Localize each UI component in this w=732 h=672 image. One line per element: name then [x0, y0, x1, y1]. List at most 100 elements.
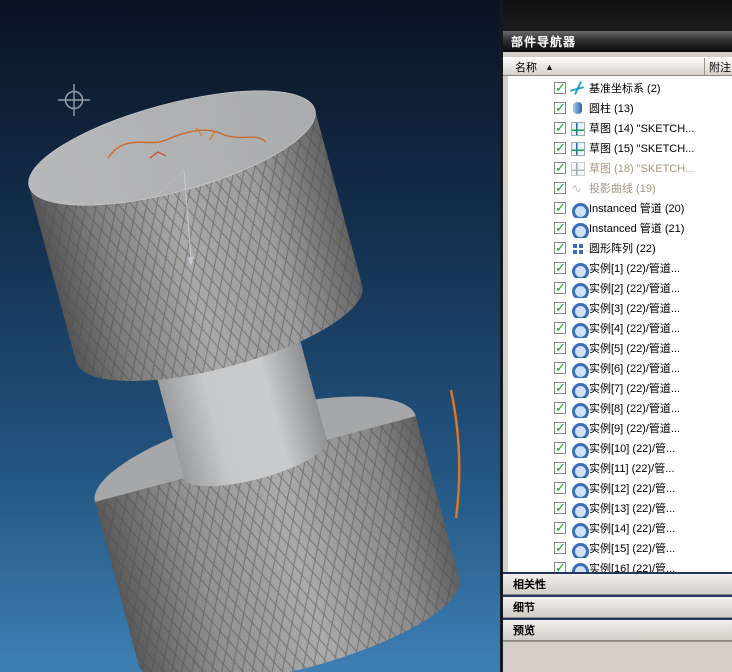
feature-label: 实例[1] (22)/管道...	[589, 263, 681, 275]
pipe-icon	[570, 201, 589, 218]
sketch-icon	[570, 141, 585, 156]
feature-label: 实例[16] (22)/管...	[589, 563, 676, 572]
feature-checkbox[interactable]	[554, 240, 566, 256]
feature-checkbox[interactable]	[554, 260, 566, 276]
section-dependencies[interactable]: 相关性	[503, 572, 732, 595]
feature-label: 实例[8] (22)/管道...	[589, 403, 681, 415]
section-details-label: 细节	[513, 602, 535, 614]
tree-row[interactable]: 实例[6] (22)/管道...	[508, 358, 732, 378]
tree-row[interactable]: 实例[3] (22)/管道...	[508, 298, 732, 318]
feature-checkbox[interactable]	[554, 460, 566, 476]
tree-row[interactable]: 实例[1] (22)/管道...	[508, 258, 732, 278]
feature-checkbox[interactable]	[554, 380, 566, 396]
feature-checkbox[interactable]	[554, 160, 566, 176]
feature-checkbox[interactable]	[554, 100, 566, 116]
tree-row[interactable]: 草图 (14) "SKETCH...	[508, 118, 732, 138]
feature-label: 实例[14] (22)/管...	[589, 523, 676, 535]
application-window: 部件导航器 名称 ▲ 附注 基准坐标系 (2) 圆柱 (13) 草图 (14) …	[0, 0, 732, 672]
column-attributes-label: 附注	[709, 61, 731, 74]
tree-row[interactable]: 圆柱 (13)	[508, 98, 732, 118]
panel-filler	[503, 641, 732, 672]
pipe-icon	[570, 561, 589, 572]
csys-icon	[570, 81, 585, 96]
tree-row[interactable]: 圆形阵列 (22)	[508, 238, 732, 258]
tree-row[interactable]: 实例[11] (22)/管...	[508, 458, 732, 478]
viewport-3d[interactable]	[0, 0, 500, 672]
feature-label: Instanced 管道 (21)	[589, 223, 685, 235]
tree-row[interactable]: 实例[16] (22)/管...	[508, 558, 732, 572]
tree-row[interactable]: 实例[15] (22)/管...	[508, 538, 732, 558]
feature-label: 实例[6] (22)/管道...	[589, 363, 681, 375]
feature-label: Instanced 管道 (20)	[589, 203, 685, 215]
pipe-icon	[570, 401, 589, 418]
pipe-icon	[570, 301, 589, 318]
feature-checkbox[interactable]	[554, 80, 566, 96]
feature-checkbox[interactable]	[554, 200, 566, 216]
tree-row[interactable]: 实例[2] (22)/管道...	[508, 278, 732, 298]
feature-checkbox[interactable]	[554, 360, 566, 376]
feature-label: 实例[11] (22)/管...	[589, 463, 675, 475]
feature-label: 基准坐标系 (2)	[589, 83, 661, 95]
feature-tree[interactable]: 基准坐标系 (2) 圆柱 (13) 草图 (14) "SKETCH... 草图 …	[508, 76, 732, 572]
tree-row[interactable]: 实例[7] (22)/管道...	[508, 378, 732, 398]
feature-label: 实例[9] (22)/管道...	[589, 423, 681, 435]
feature-label: 实例[3] (22)/管道...	[589, 303, 681, 315]
feature-checkbox[interactable]	[554, 540, 566, 556]
feature-checkbox[interactable]	[554, 560, 566, 572]
feature-checkbox[interactable]	[554, 500, 566, 516]
feature-checkbox[interactable]	[554, 340, 566, 356]
feature-label: 圆形阵列 (22)	[589, 243, 656, 255]
tree-row[interactable]: Instanced 管道 (21)	[508, 218, 732, 238]
feature-label: 实例[10] (22)/管...	[589, 443, 676, 455]
tree-row[interactable]: 实例[14] (22)/管...	[508, 518, 732, 538]
feature-checkbox[interactable]	[554, 440, 566, 456]
feature-checkbox[interactable]	[554, 140, 566, 156]
panel-top-strip	[503, 0, 732, 31]
feature-checkbox[interactable]	[554, 320, 566, 336]
feature-checkbox[interactable]	[554, 400, 566, 416]
section-preview[interactable]: 预览	[503, 618, 732, 641]
feature-label: 实例[15] (22)/管...	[589, 543, 676, 555]
section-preview-label: 预览	[513, 625, 535, 637]
tree-row[interactable]: Instanced 管道 (20)	[508, 198, 732, 218]
pipe-icon	[570, 381, 589, 398]
pipe-icon	[570, 461, 589, 478]
tree-row[interactable]: 草图 (18) "SKETCH...	[508, 158, 732, 178]
feature-checkbox[interactable]	[554, 180, 566, 196]
tree-row[interactable]: 基准坐标系 (2)	[508, 78, 732, 98]
pattern-icon	[570, 241, 585, 256]
section-details[interactable]: 细节	[503, 595, 732, 618]
tree-row[interactable]: 实例[10] (22)/管...	[508, 438, 732, 458]
tree-row[interactable]: 实例[13] (22)/管...	[508, 498, 732, 518]
tree-row[interactable]: 实例[9] (22)/管道...	[508, 418, 732, 438]
pipe-icon	[570, 541, 589, 558]
column-attributes[interactable]: 附注	[704, 58, 732, 75]
tree-row[interactable]: 投影曲线 (19)	[508, 178, 732, 198]
feature-checkbox[interactable]	[554, 120, 566, 136]
panel-titlebar[interactable]: 部件导航器	[503, 31, 732, 52]
curve-icon	[570, 181, 585, 197]
feature-checkbox[interactable]	[554, 300, 566, 316]
column-name-label: 名称	[515, 61, 537, 74]
feature-checkbox[interactable]	[554, 220, 566, 236]
pipe-icon	[570, 361, 589, 378]
tree-row[interactable]: 实例[8] (22)/管道...	[508, 398, 732, 418]
feature-checkbox[interactable]	[554, 520, 566, 536]
feature-label: 实例[5] (22)/管道...	[589, 343, 681, 355]
feature-label: 实例[2] (22)/管道...	[589, 283, 681, 295]
feature-checkbox[interactable]	[554, 420, 566, 436]
tree-row[interactable]: 实例[4] (22)/管道...	[508, 318, 732, 338]
tree-row[interactable]: 实例[12] (22)/管...	[508, 478, 732, 498]
section-dependencies-label: 相关性	[513, 579, 546, 591]
feature-label: 草图 (15) "SKETCH...	[589, 143, 695, 155]
tree-row[interactable]: 实例[5] (22)/管道...	[508, 338, 732, 358]
feature-label: 实例[4] (22)/管道...	[589, 323, 681, 335]
feature-checkbox[interactable]	[554, 480, 566, 496]
viewport-canvas[interactable]	[0, 0, 500, 672]
sketch-icon	[570, 161, 585, 176]
feature-label: 草图 (18) "SKETCH...	[589, 163, 695, 175]
column-name[interactable]: 名称 ▲	[503, 58, 704, 75]
feature-label: 投影曲线 (19)	[589, 183, 656, 195]
tree-row[interactable]: 草图 (15) "SKETCH...	[508, 138, 732, 158]
feature-checkbox[interactable]	[554, 280, 566, 296]
